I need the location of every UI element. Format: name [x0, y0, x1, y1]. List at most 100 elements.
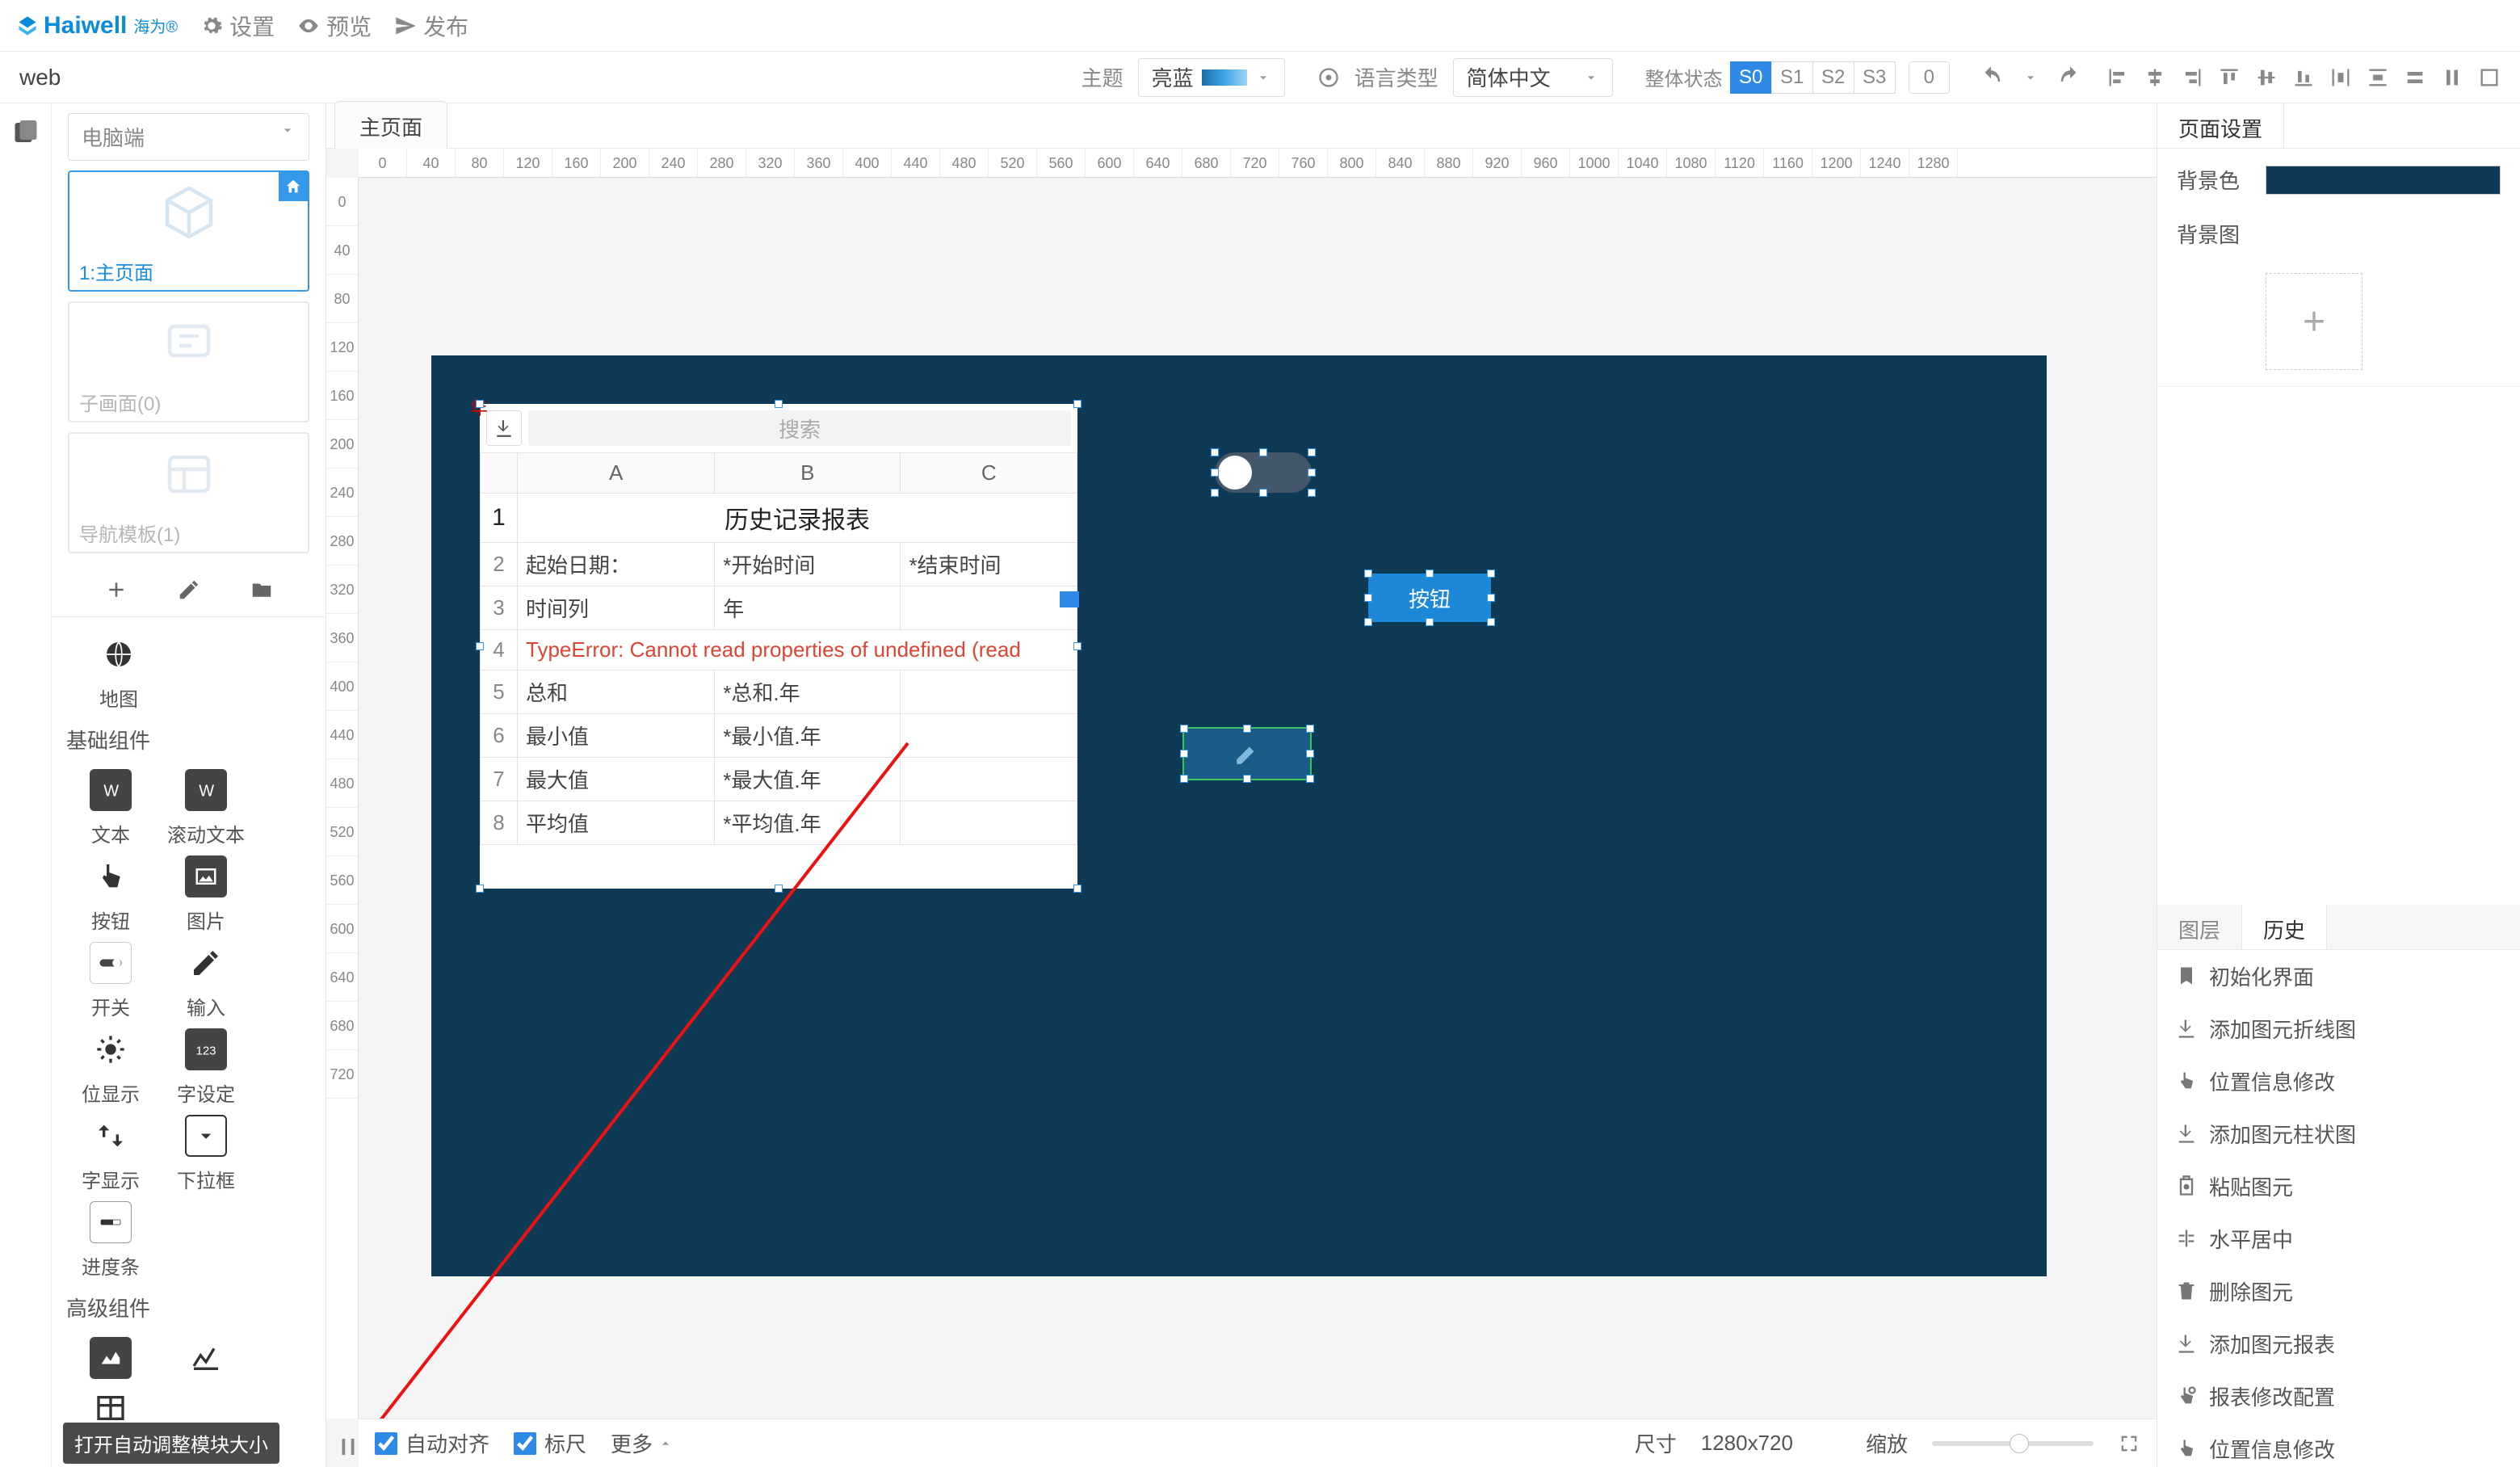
add-icon[interactable] [104, 578, 128, 602]
config-icon [2175, 1385, 2198, 1407]
report-search[interactable]: 搜索 [528, 410, 1071, 446]
redo-icon[interactable] [2058, 65, 2082, 90]
bgcolor-swatch[interactable] [2266, 166, 2501, 195]
widget-button[interactable]: 按钮 [1368, 574, 1491, 622]
publish-button[interactable]: 发布 [394, 10, 468, 42]
fullscreen-icon[interactable] [2118, 1432, 2140, 1455]
chevron-down-icon[interactable] [2022, 69, 2039, 86]
zoom-slider[interactable] [1932, 1441, 2094, 1446]
page-thumb-sub[interactable]: 子画面(0) [68, 301, 309, 422]
comp-switch[interactable]: 开关 [66, 942, 155, 1020]
state-s0[interactable]: S0 [1730, 61, 1772, 94]
project-name: web [19, 65, 61, 90]
stage[interactable]: 年 搜索 ABC 1历史记录报表 2起始日期：*开始时间*结束时间 3时间列年 … [431, 355, 2047, 1276]
pages-strip-icon[interactable] [11, 118, 40, 147]
gear-icon [1317, 66, 1340, 89]
bgimg-add[interactable]: + [2266, 273, 2362, 370]
text-icon: W [99, 778, 123, 802]
comp-button[interactable]: 按钮 [66, 855, 155, 934]
state-label: 整体状态 [1645, 63, 1723, 91]
align-top-icon[interactable] [2218, 66, 2241, 89]
svg-text:W: W [103, 783, 119, 801]
distribute-v-icon[interactable] [2367, 66, 2389, 89]
more-menu[interactable]: 更多 [611, 1428, 674, 1458]
history-item[interactable]: 报表修改配置 [2157, 1370, 2520, 1423]
history-item[interactable]: 初始化界面 [2157, 950, 2520, 1003]
sub-header: web 主题 亮蓝 语言类型 简体中文 整体状态 S0 S1 S2 S3 0 [0, 52, 2520, 103]
history-item[interactable]: 添加图元报表 [2157, 1318, 2520, 1370]
download-icon [2175, 1122, 2198, 1145]
page-type-select[interactable]: 电脑端 [68, 113, 309, 161]
canvas-tab-main[interactable]: 主页面 [334, 101, 447, 151]
distribute-h-icon[interactable] [2329, 66, 2352, 89]
theme-select[interactable]: 亮蓝 [1138, 58, 1285, 97]
same-size-icon[interactable] [2478, 66, 2501, 89]
align-left-icon[interactable] [2106, 66, 2129, 89]
page-list: 1:主页面 子画面(0) 导航模板(1) [52, 170, 326, 616]
settings-button[interactable]: 设置 [200, 10, 275, 42]
tab-page-settings[interactable]: 页面设置 [2157, 103, 2284, 148]
history-item[interactable]: 添加图元折线图 [2157, 1003, 2520, 1055]
comp-word-display[interactable]: 字显示 [66, 1115, 155, 1193]
tab-layers[interactable]: 图层 [2157, 905, 2241, 949]
comp-marquee[interactable]: W滚动文本 [162, 769, 250, 847]
history-item[interactable]: 位置信息修改 [2157, 1423, 2520, 1467]
comp-adv-2[interactable] [162, 1337, 250, 1379]
state-s3[interactable]: S3 [1854, 61, 1896, 94]
history-item[interactable]: 删除图元 [2157, 1265, 2520, 1318]
page-label: 1:主页面 [69, 252, 308, 290]
undo-icon[interactable] [1979, 65, 2003, 90]
auto-resize-toggle[interactable] [336, 1435, 360, 1459]
align-center-h-icon[interactable] [2144, 66, 2166, 89]
align-right-icon[interactable] [2181, 66, 2203, 89]
paste-icon [2175, 1175, 2198, 1197]
download-icon [494, 418, 514, 439]
folder-icon[interactable] [250, 578, 274, 602]
ruler-check[interactable]: 标尺 [514, 1428, 586, 1458]
state-s2[interactable]: S2 [1812, 61, 1854, 94]
comp-word-set[interactable]: 123字设定 [162, 1028, 250, 1107]
auto-align-check[interactable]: 自动对齐 [375, 1428, 489, 1458]
edit-icon[interactable] [177, 578, 201, 602]
comp-input[interactable]: 输入 [162, 942, 250, 1020]
align-bottom-icon[interactable] [2292, 66, 2315, 89]
history-item[interactable]: 位置信息修改 [2157, 1055, 2520, 1108]
number-icon: 123 [194, 1037, 218, 1061]
gear-icon [200, 15, 223, 37]
widget-icon-box[interactable] [1182, 727, 1312, 780]
same-width-icon[interactable] [2404, 66, 2426, 89]
history-item[interactable]: 水平居中 [2157, 1213, 2520, 1265]
align-middle-icon[interactable] [2255, 66, 2278, 89]
ruler-area: 0408012016020024028032036040044048052056… [326, 149, 2157, 1467]
pencil-icon [1233, 740, 1261, 767]
download-button[interactable] [486, 410, 522, 446]
widget-toggle[interactable] [1215, 452, 1312, 493]
lang-select[interactable]: 简体中文 [1453, 58, 1613, 97]
same-height-icon[interactable] [2441, 66, 2463, 89]
comp-text[interactable]: W文本 [66, 769, 155, 847]
zoom-thumb[interactable] [2010, 1434, 2029, 1453]
canvas-viewport[interactable]: 年 搜索 ABC 1历史记录报表 2起始日期：*开始时间*结束时间 3时间列年 … [359, 178, 2157, 1419]
history-item[interactable]: 添加图元柱状图 [2157, 1108, 2520, 1160]
comp-adv-1[interactable] [66, 1337, 155, 1379]
bookmark-icon [2175, 965, 2198, 987]
comp-map[interactable]: 地图 [74, 633, 163, 712]
brand-name: Haiwell [44, 12, 127, 40]
comp-bit-display[interactable]: 位显示 [66, 1028, 155, 1107]
comp-image[interactable]: 图片 [162, 855, 250, 934]
comp-progress[interactable]: 进度条 [66, 1201, 155, 1280]
svg-text:123: 123 [196, 1044, 216, 1057]
preview-button[interactable]: 预览 [297, 10, 372, 42]
comp-dropdown[interactable]: 下拉框 [162, 1115, 250, 1193]
sun-icon [94, 1033, 127, 1066]
tab-history[interactable]: 历史 [2241, 905, 2327, 949]
widget-report[interactable]: 年 搜索 ABC 1历史记录报表 2起始日期：*开始时间*结束时间 3时间列年 … [480, 404, 1077, 889]
chart-area-icon [99, 1346, 123, 1370]
state-s1[interactable]: S1 [1771, 61, 1813, 94]
page-thumb-nav[interactable]: 导航模板(1) [68, 432, 309, 553]
page-thumb-main[interactable]: 1:主页面 [68, 170, 309, 292]
state-count[interactable]: 0 [1909, 61, 1950, 94]
top-header: Haiwell 海为® 设置 预览 发布 [0, 0, 2520, 52]
left-panel: 电脑端 1:主页面 子画面(0) [0, 103, 326, 1467]
history-item[interactable]: 粘贴图元 [2157, 1160, 2520, 1213]
